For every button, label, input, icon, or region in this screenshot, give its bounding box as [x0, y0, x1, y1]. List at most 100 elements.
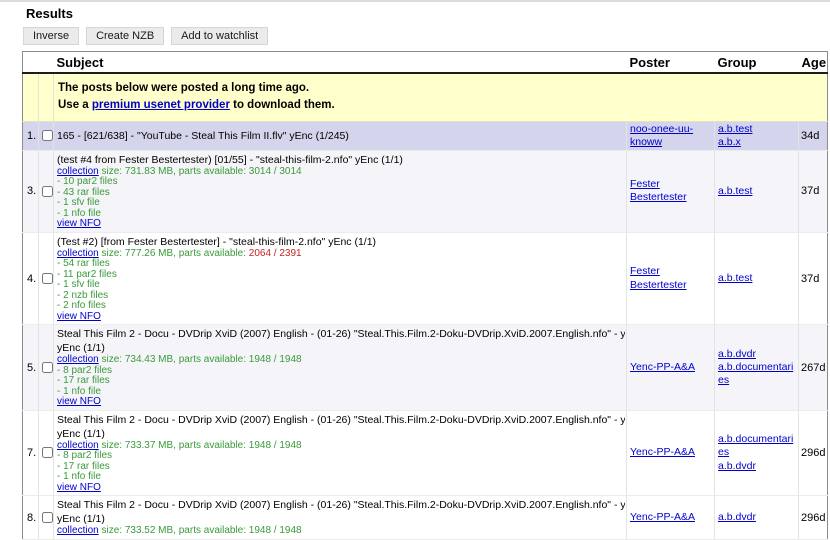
age-cell: 37d — [799, 232, 828, 325]
collection-link[interactable]: collection — [57, 525, 99, 536]
size-info: size: 731.83 MB, parts available: — [99, 166, 249, 177]
subject-details: collection size: 731.83 MB, parts availa… — [57, 167, 625, 230]
table-row: 7. Steal This Film 2 - Docu - DVDrip Xvi… — [23, 410, 828, 496]
poster-column-header: Poster — [627, 52, 715, 74]
group-link[interactable]: a.b.dvdr — [718, 348, 795, 361]
row-number: 7. — [23, 410, 39, 496]
size-info: size: 777.26 MB, parts available: — [99, 248, 249, 259]
poster-cell: noo-onee-uu-knoww — [627, 121, 715, 150]
collection-link[interactable]: collection — [57, 440, 99, 451]
number-column-header — [23, 52, 39, 74]
size-info: size: 733.37 MB, parts available: — [99, 440, 249, 451]
poster-link[interactable]: Yenc-PP-A&A — [630, 511, 695, 523]
subject-cell: (Test #2) [from Fester Bestertester] - "… — [54, 232, 627, 325]
premium-provider-link[interactable]: premium usenet provider — [92, 99, 230, 111]
group-link[interactable]: a.b.test — [718, 185, 795, 198]
group-link[interactable]: a.b.x — [718, 136, 795, 149]
notice-spacer-check — [39, 73, 54, 121]
age-cell: 37d — [799, 150, 828, 232]
group-link[interactable]: a.b.dvdr — [718, 460, 795, 473]
row-checkbox[interactable] — [42, 273, 53, 284]
poster-cell: Yenc-PP-A&A — [627, 325, 715, 411]
parts-available-value: 1948 / 1948 — [249, 440, 302, 451]
poster-link[interactable]: Yenc-PP-A&A — [630, 361, 695, 373]
file-list: - 54 rar files- 11 par2 files- 1 sfv fil… — [57, 259, 625, 312]
collection-link[interactable]: collection — [57, 354, 99, 365]
collection-link[interactable]: collection — [57, 248, 99, 259]
view-nfo-link[interactable]: view NFO — [57, 396, 101, 407]
group-column-header: Group — [715, 52, 799, 74]
row-checkbox-cell — [39, 150, 54, 232]
size-info: size: 734.43 MB, parts available: — [99, 354, 249, 365]
collection-link[interactable]: collection — [57, 166, 99, 177]
poster-cell: Fester Bestertester — [627, 150, 715, 232]
row-checkbox-cell — [39, 232, 54, 325]
subject-text: (test #4 from Fester Bestertester) [01/5… — [57, 153, 625, 167]
row-checkbox[interactable] — [42, 512, 53, 523]
view-nfo-link[interactable]: view NFO — [57, 482, 101, 493]
age-cell: 267d — [799, 325, 828, 411]
row-number: 4. — [23, 232, 39, 325]
results-header: Subject Poster Group Age — [23, 52, 828, 74]
group-link[interactable]: a.b.documentaries — [718, 361, 795, 387]
results-body: The posts below were posted a long time … — [23, 73, 828, 539]
subject-cell: Steal This Film 2 - Docu - DVDrip XviD (… — [54, 496, 627, 540]
group-link[interactable]: a.b.test — [718, 272, 795, 285]
file-list: - 8 par2 files- 17 rar files- 1 nfo file — [57, 451, 625, 483]
group-link[interactable]: a.b.test — [718, 123, 795, 136]
group-link[interactable]: a.b.dvdr — [718, 511, 795, 524]
row-checkbox-cell — [39, 410, 54, 496]
collection-size-line: collection size: 733.37 MB, parts availa… — [57, 441, 625, 452]
old-posts-notice-row: The posts below were posted a long time … — [23, 73, 828, 121]
toolbar: Inverse Create NZB Add to watchlist — [23, 27, 830, 45]
poster-cell: Fester Bestertester — [627, 232, 715, 325]
parts-available-value: 2064 / 2391 — [249, 248, 302, 259]
table-row: 4. (Test #2) [from Fester Bestertester] … — [23, 232, 828, 325]
row-number: 3. — [23, 150, 39, 232]
subject-text: Steal This Film 2 - Docu - DVDrip XviD (… — [57, 327, 625, 355]
group-cell: a.b.dvdra.b.documentaries — [715, 325, 799, 411]
row-number: 5. — [23, 325, 39, 411]
subject-details: collection size: 777.26 MB, parts availa… — [57, 249, 625, 323]
checkbox-column-header — [39, 52, 54, 74]
subject-details: collection size: 733.52 MB, parts availa… — [57, 526, 625, 537]
table-row: 3. (test #4 from Fester Bestertester) [0… — [23, 150, 828, 232]
file-list: - 8 par2 files- 17 rar files- 1 nfo file — [57, 366, 625, 398]
parts-available-value: 1948 / 1948 — [249, 525, 302, 536]
add-to-watchlist-button[interactable]: Add to watchlist — [171, 27, 268, 45]
row-checkbox[interactable] — [42, 447, 53, 458]
collection-size-line: collection size: 731.83 MB, parts availa… — [57, 167, 625, 178]
subject-text: (Test #2) [from Fester Bestertester] - "… — [57, 235, 625, 249]
notice-line2: Use a premium usenet provider to downloa… — [58, 97, 821, 114]
poster-link[interactable]: noo-onee-uu-knoww — [630, 123, 693, 148]
table-row: 8. Steal This Film 2 - Docu - DVDrip Xvi… — [23, 496, 828, 540]
parts-available-value: 3014 / 3014 — [249, 166, 302, 177]
age-cell: 296d — [799, 496, 828, 540]
create-nzb-button[interactable]: Create NZB — [86, 27, 164, 45]
top-divider — [0, 0, 830, 2]
age-cell: 296d — [799, 410, 828, 496]
poster-cell: Yenc-PP-A&A — [627, 496, 715, 540]
subject-cell: Steal This Film 2 - Docu - DVDrip XviD (… — [54, 325, 627, 411]
subject-details: collection size: 733.37 MB, parts availa… — [57, 441, 625, 494]
table-row: 1. 165 - [621/638] - "YouTube - Steal Th… — [23, 121, 828, 150]
notice-line2-suffix: to download them. — [230, 99, 335, 111]
view-nfo-link[interactable]: view NFO — [57, 218, 101, 229]
row-checkbox-cell — [39, 325, 54, 411]
poster-link[interactable]: Fester Bestertester — [630, 265, 687, 290]
inverse-button[interactable]: Inverse — [23, 27, 79, 45]
poster-link[interactable]: Yenc-PP-A&A — [630, 446, 695, 458]
subject-cell: 165 - [621/638] - "YouTube - Steal This … — [54, 121, 627, 150]
group-link[interactable]: a.b.documentaries — [718, 433, 795, 459]
subject-column-header: Subject — [54, 52, 627, 74]
row-checkbox[interactable] — [42, 362, 53, 373]
age-column-header: Age — [799, 52, 828, 74]
row-number: 8. — [23, 496, 39, 540]
poster-link[interactable]: Fester Bestertester — [630, 178, 687, 203]
row-checkbox[interactable] — [42, 186, 53, 197]
view-nfo-link[interactable]: view NFO — [57, 311, 101, 322]
group-cell: a.b.test — [715, 232, 799, 325]
row-checkbox[interactable] — [42, 130, 53, 141]
row-checkbox-cell — [39, 121, 54, 150]
subject-details: collection size: 734.43 MB, parts availa… — [57, 355, 625, 408]
